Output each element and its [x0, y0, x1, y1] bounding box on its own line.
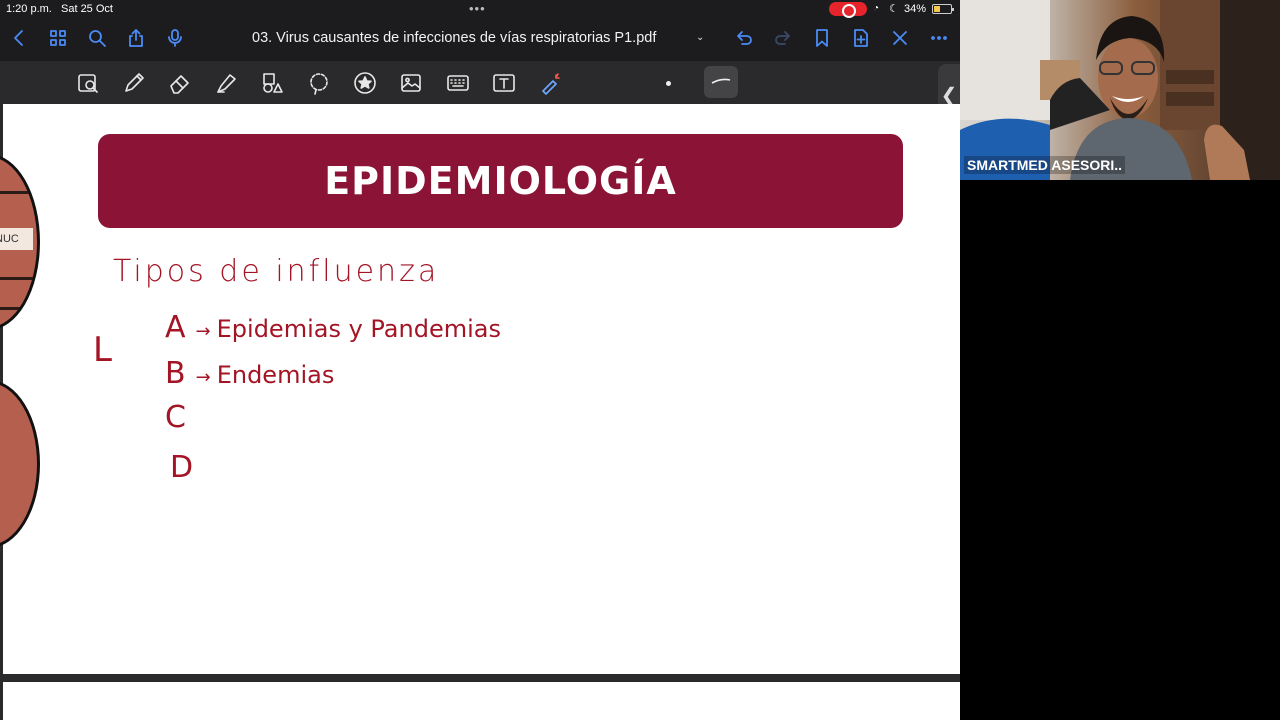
search-icon[interactable] [86, 27, 108, 49]
sticker-icon[interactable] [352, 70, 378, 96]
stroke-size-dot-icon[interactable] [666, 81, 671, 86]
screen-recording-icon[interactable] [829, 2, 867, 18]
empty-video-area [960, 180, 1280, 720]
handwritten-row: A → Epidemias y Pandemias [165, 310, 501, 345]
status-bar: 1:20 p.m. Sat 25 Oct ••• ◔ ☾ 34% [0, 0, 960, 18]
document-nav-bar: 03. Virus causantes de infecciones de ví… [0, 18, 960, 60]
influenza-type-letter: A [165, 310, 186, 345]
zoom-select-icon[interactable] [75, 70, 101, 96]
microphone-icon[interactable] [164, 27, 186, 49]
influenza-type-note: Endemias [216, 361, 335, 389]
influenza-type-letter: B [165, 356, 186, 391]
status-time: 1:20 p.m. [6, 3, 52, 15]
influenza-type-note: Epidemias y Pandemias [216, 315, 501, 343]
section-banner: EPIDEMIOLOGÍA [98, 134, 903, 228]
webcam-video-frame [960, 0, 1280, 180]
banner-title: EPIDEMIOLOGÍA [324, 159, 677, 203]
share-icon[interactable] [125, 27, 147, 49]
annotation-toolbar [0, 60, 960, 104]
title-chevron-down-icon[interactable]: ⌄ [696, 32, 704, 43]
next-pdf-page[interactable] [0, 682, 960, 720]
status-date: Sat 25 Oct [61, 3, 113, 15]
participant-name: SMARTMED ASESORI.. [964, 156, 1126, 174]
decorative-illustration: NUC [0, 154, 40, 330]
pen-icon[interactable] [121, 70, 147, 96]
handwritten-title: Tipos de influenza [113, 254, 440, 289]
keyboard-icon[interactable] [445, 70, 471, 96]
thumbnails-grid-icon[interactable] [47, 27, 69, 49]
arrow-icon: → [195, 321, 211, 342]
handwritten-row: D [170, 450, 193, 485]
laser-pointer-icon[interactable] [537, 70, 563, 96]
undo-icon[interactable] [733, 27, 755, 49]
battery-percent: 34% [904, 3, 927, 15]
close-icon[interactable] [889, 27, 911, 49]
influenza-type-letter: C [165, 400, 186, 435]
bookmark-icon[interactable] [811, 27, 833, 49]
battery-icon [932, 4, 954, 14]
arrow-icon: → [195, 367, 211, 388]
decorative-illustration [0, 380, 40, 548]
handwritten-row: C [165, 400, 186, 435]
highlighter-icon[interactable] [213, 70, 239, 96]
stroke-style-selected-icon[interactable] [704, 66, 738, 98]
ipad-screen: 1:20 p.m. Sat 25 Oct ••• ◔ ☾ 34% 03. Vir… [0, 0, 960, 720]
eraser-icon[interactable] [167, 70, 193, 96]
multitasking-dots-icon[interactable]: ••• [469, 1, 486, 16]
page-separator [0, 674, 960, 682]
back-chevron-icon[interactable] [8, 27, 30, 49]
handwritten-bracket: L [93, 330, 112, 370]
webcam-video-tile[interactable]: SMARTMED ASESORI.. [960, 0, 1280, 180]
text-box-icon[interactable] [491, 70, 517, 96]
more-icon[interactable] [928, 27, 950, 49]
decor-label: NUC [0, 228, 33, 250]
document-title[interactable]: 03. Virus causantes de infecciones de ví… [252, 30, 656, 46]
lasso-icon[interactable] [306, 70, 332, 96]
add-page-icon[interactable] [850, 27, 872, 49]
image-icon[interactable] [398, 70, 424, 96]
handwritten-row: B → Endemias [165, 356, 334, 391]
redo-icon[interactable] [772, 27, 794, 49]
influenza-type-letter: D [170, 450, 194, 485]
pdf-page[interactable]: NUC EPIDEMIOLOGÍA Tipos de influenza L A… [0, 104, 960, 674]
shapes-icon[interactable] [259, 70, 285, 96]
moon-icon: ☾ [889, 3, 899, 15]
wifi-icon: ◔ [873, 3, 880, 14]
